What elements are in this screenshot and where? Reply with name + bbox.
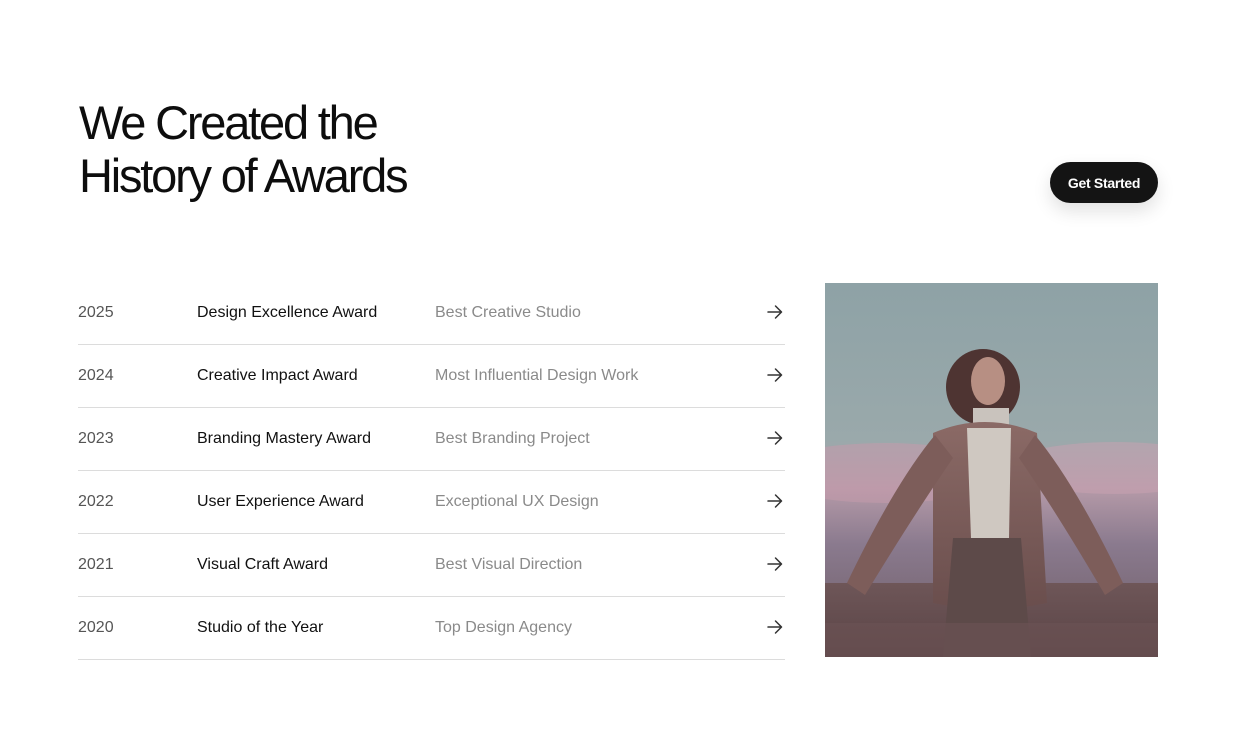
- award-row[interactable]: 2021 Visual Craft Award Best Visual Dire…: [78, 534, 785, 597]
- award-name: Creative Impact Award: [197, 367, 358, 384]
- section-heading: We Created the History of Awards: [79, 96, 409, 202]
- award-year: 2025: [78, 304, 114, 321]
- award-row[interactable]: 2020 Studio of the Year Top Design Agenc…: [78, 597, 785, 660]
- award-photo: [825, 283, 1158, 657]
- arrow-right-icon[interactable]: [767, 304, 783, 320]
- award-row[interactable]: 2023 Branding Mastery Award Best Brandin…: [78, 408, 785, 471]
- arrow-right-icon[interactable]: [767, 367, 783, 383]
- photo-illustration: [825, 283, 1158, 657]
- get-started-button[interactable]: Get Started: [1050, 162, 1158, 203]
- award-row[interactable]: 2022 User Experience Award Exceptional U…: [78, 471, 785, 534]
- award-name: Branding Mastery Award: [197, 430, 372, 447]
- award-name: Visual Craft Award: [197, 556, 329, 573]
- heading-line-1: We Created the: [79, 96, 379, 149]
- arrow-right-icon[interactable]: [767, 619, 783, 635]
- award-category: Best Visual Direction: [435, 556, 583, 573]
- award-name: User Experience Award: [197, 493, 364, 510]
- awards-list: 2025 Design Excellence Award Best Creati…: [78, 282, 785, 660]
- award-category: Top Design Agency: [435, 619, 572, 636]
- award-category: Best Creative Studio: [435, 304, 581, 321]
- award-row[interactable]: 2024 Creative Impact Award Most Influent…: [78, 345, 785, 408]
- award-year: 2023: [78, 430, 114, 447]
- award-row[interactable]: 2025 Design Excellence Award Best Creati…: [78, 282, 785, 345]
- award-category: Most Influential Design Work: [435, 367, 639, 384]
- arrow-right-icon[interactable]: [767, 556, 783, 572]
- arrow-right-icon[interactable]: [767, 430, 783, 446]
- arrow-right-icon[interactable]: [767, 493, 783, 509]
- awards-section: We Created the History of Awards Get Sta…: [0, 0, 1237, 753]
- heading-line-2: History of Awards: [79, 149, 409, 202]
- award-year: 2024: [78, 367, 114, 384]
- award-name: Design Excellence Award: [197, 304, 378, 321]
- award-year: 2022: [78, 493, 114, 510]
- award-year: 2020: [78, 619, 114, 636]
- award-name: Studio of the Year: [197, 619, 324, 636]
- award-category: Best Branding Project: [435, 430, 590, 447]
- award-year: 2021: [78, 556, 114, 573]
- award-category: Exceptional UX Design: [435, 493, 599, 510]
